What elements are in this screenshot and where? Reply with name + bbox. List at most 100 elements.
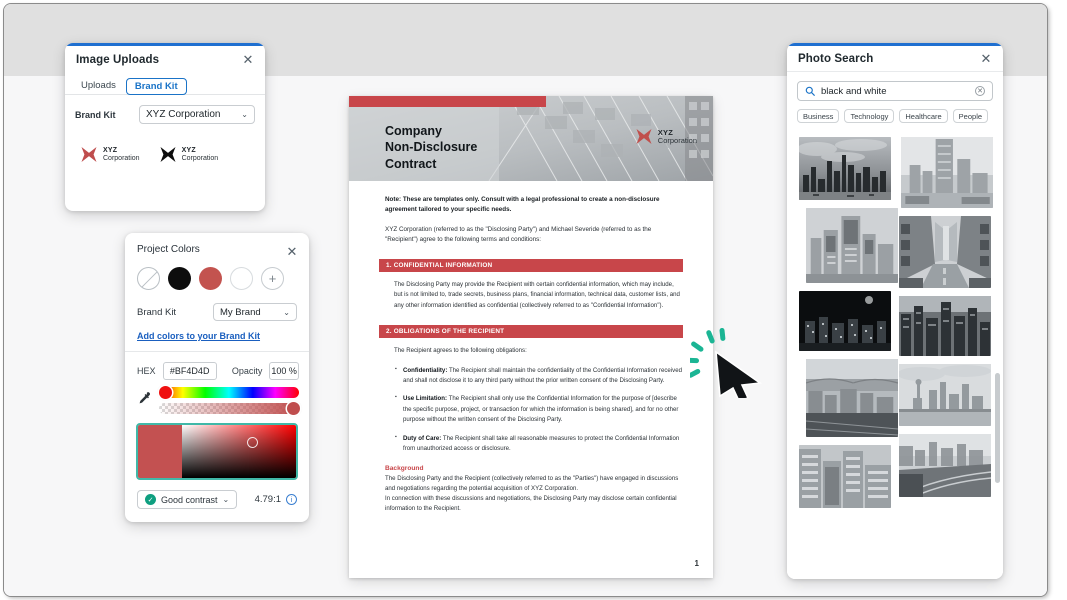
section-2-body: The Recipient agrees to the following ob… [394,347,527,355]
chevron-down-icon: ⌄ [283,307,290,317]
contrast-ratio-group: 4.79:1 i [255,494,297,505]
sv-picker-handle[interactable] [247,436,259,448]
colors-panel-header: Project Colors ✕ [125,233,309,258]
brand-logo-red-text: XYZ Corporation [103,147,140,162]
hero-logo-sub: Corporation [657,135,697,145]
search-icon [805,86,815,96]
brand-logo-name: XYZ [103,147,118,155]
document-page[interactable]: Company Non-Disclosure Contract XYZ Corp… [349,96,713,578]
close-icon[interactable]: ✕ [241,53,255,67]
photo-result[interactable] [899,216,991,288]
page-number: 1 [694,559,699,568]
brand-kit-row: Brand Kit My Brand ⌄ [125,290,309,321]
brand-kit-label: Brand Kit [75,109,116,120]
photo-result[interactable] [899,364,991,426]
search-input[interactable]: black and white ✕ [797,81,993,101]
alpha-gradient [159,403,299,414]
brand-logo-sub: Corporation [181,154,219,162]
brand-logo-black-text: XYZ Corporation [182,147,219,162]
photo-result[interactable] [901,137,993,208]
contrast-status-dropdown[interactable]: ✓ Good contrast ⌄ [137,490,238,509]
alpha-slider-handle[interactable] [287,402,300,415]
waterfront-skyline-haze-photo [899,364,991,426]
chip-business[interactable]: Business [797,109,840,123]
check-icon: ✓ [145,494,156,505]
city-skyline-photo [799,137,891,200]
hue-slider-handle[interactable] [159,386,172,399]
screen: Company Non-Disclosure Contract XYZ Corp… [0,0,1067,600]
chevron-down-icon: ⌄ [241,110,248,119]
background-body: The Disclosing Party and the Recipient (… [385,474,679,513]
swatch-black[interactable] [168,267,191,290]
dense-apartment-blocks-photo [799,445,891,508]
uploads-tabs: Uploads Brand Kit [65,73,265,95]
photo-grid-scrollbar[interactable] [995,373,1000,483]
photo-result[interactable] [806,208,898,283]
list-item: Use Limitation: The Recipient shall only… [395,393,683,425]
swatch-red[interactable] [199,267,222,290]
brand-logo-sub: Corporation [103,154,140,162]
add-color-button[interactable]: + [261,267,284,290]
colors-brand-kit-select[interactable]: My Brand ⌄ [213,303,297,321]
document-body: Note: These are templates only. Consult … [349,181,713,515]
chip-technology[interactable]: Technology [844,109,895,123]
hex-label: HEX [137,366,156,376]
downtown-street-photo [899,216,991,288]
chip-people[interactable]: People [952,109,989,123]
document-note: Note: These are templates only. Consult … [385,196,660,213]
swatch-white[interactable] [230,267,253,290]
category-chips: Business Technology Healthcare People [787,101,1003,123]
hue-slider[interactable] [159,386,299,399]
image-uploads-panel[interactable]: Image Uploads ✕ Uploads Brand Kit Brand … [65,43,265,211]
add-colors-to-brand-kit-link[interactable]: Add colors to your Brand Kit [125,321,309,341]
photo-result[interactable] [899,434,991,497]
hex-input[interactable]: #BF4D4D [162,362,217,380]
colors-panel-title: Project Colors [137,244,200,255]
sv-gradient[interactable] [182,425,296,478]
colors-brand-kit-value: My Brand [220,306,261,318]
photo-result[interactable] [899,296,991,356]
tab-uploads[interactable]: Uploads [73,78,124,95]
photo-results-grid[interactable] [787,131,1003,573]
hero-logo-text: XYZ Corporation [657,128,697,145]
opacity-input[interactable]: 100 % [269,362,299,380]
photo-panel-title: Photo Search [798,52,874,65]
brand-kit-select[interactable]: XYZ Corporation ⌄ [139,105,255,124]
chip-healthcare[interactable]: Healthcare [899,109,948,123]
tab-brand-kit[interactable]: Brand Kit [125,77,187,95]
project-colors-panel[interactable]: Project Colors ✕ + Brand Kit My Brand ⌄ … [125,233,309,522]
photo-result[interactable] [806,359,898,437]
skyscraper-towers-photo [806,208,898,283]
photo-result[interactable] [799,445,891,508]
saturation-value-picker[interactable] [136,423,298,480]
photo-search-panel[interactable]: Photo Search ✕ black and white ✕ Busines… [787,43,1003,579]
close-icon[interactable]: ✕ [285,244,299,258]
xyz-x-icon [636,129,652,144]
swatch-none[interactable] [137,267,160,290]
colors-brand-kit-label: Brand Kit [137,306,177,318]
xyz-x-icon [81,147,97,162]
background-title: Background [385,464,424,472]
obligations-list: Confidentiality: The Recipient shall mai… [385,365,683,455]
section-1-header: 1. CONFIDENTIAL INFORMATION [379,258,683,272]
close-icon[interactable]: ✕ [979,52,993,66]
brand-logo-red[interactable]: XYZ Corporation [79,146,140,163]
photo-result[interactable] [799,291,891,351]
bullet-text: The Recipient shall take all reasonable … [403,434,680,453]
brand-logo-black[interactable]: XYZ Corporation [158,146,219,163]
night-city-photo [799,291,891,351]
section-1-body: The Disclosing Party may provide the Rec… [394,280,680,309]
alpha-slider[interactable] [159,402,300,415]
hex-opacity-row: HEX #BF4D4D Opacity 100 % [125,352,309,380]
aerial-skyscrapers-photo [899,296,991,356]
bullet-term: Confidentiality: [403,366,448,374]
brand-kit-field-row: Brand Kit XYZ Corporation ⌄ [65,95,265,124]
brand-logo-name: XYZ [181,147,196,155]
photo-result[interactable] [799,137,891,200]
brand-kit-selected-value: XYZ Corporation [146,109,221,120]
clear-icon[interactable]: ✕ [975,86,985,96]
info-icon[interactable]: i [286,494,297,505]
document-hero-logo: XYZ Corporation [634,128,697,145]
contrast-ratio-value: 4.79:1 [254,494,281,505]
eyedropper-icon[interactable] [136,391,152,407]
